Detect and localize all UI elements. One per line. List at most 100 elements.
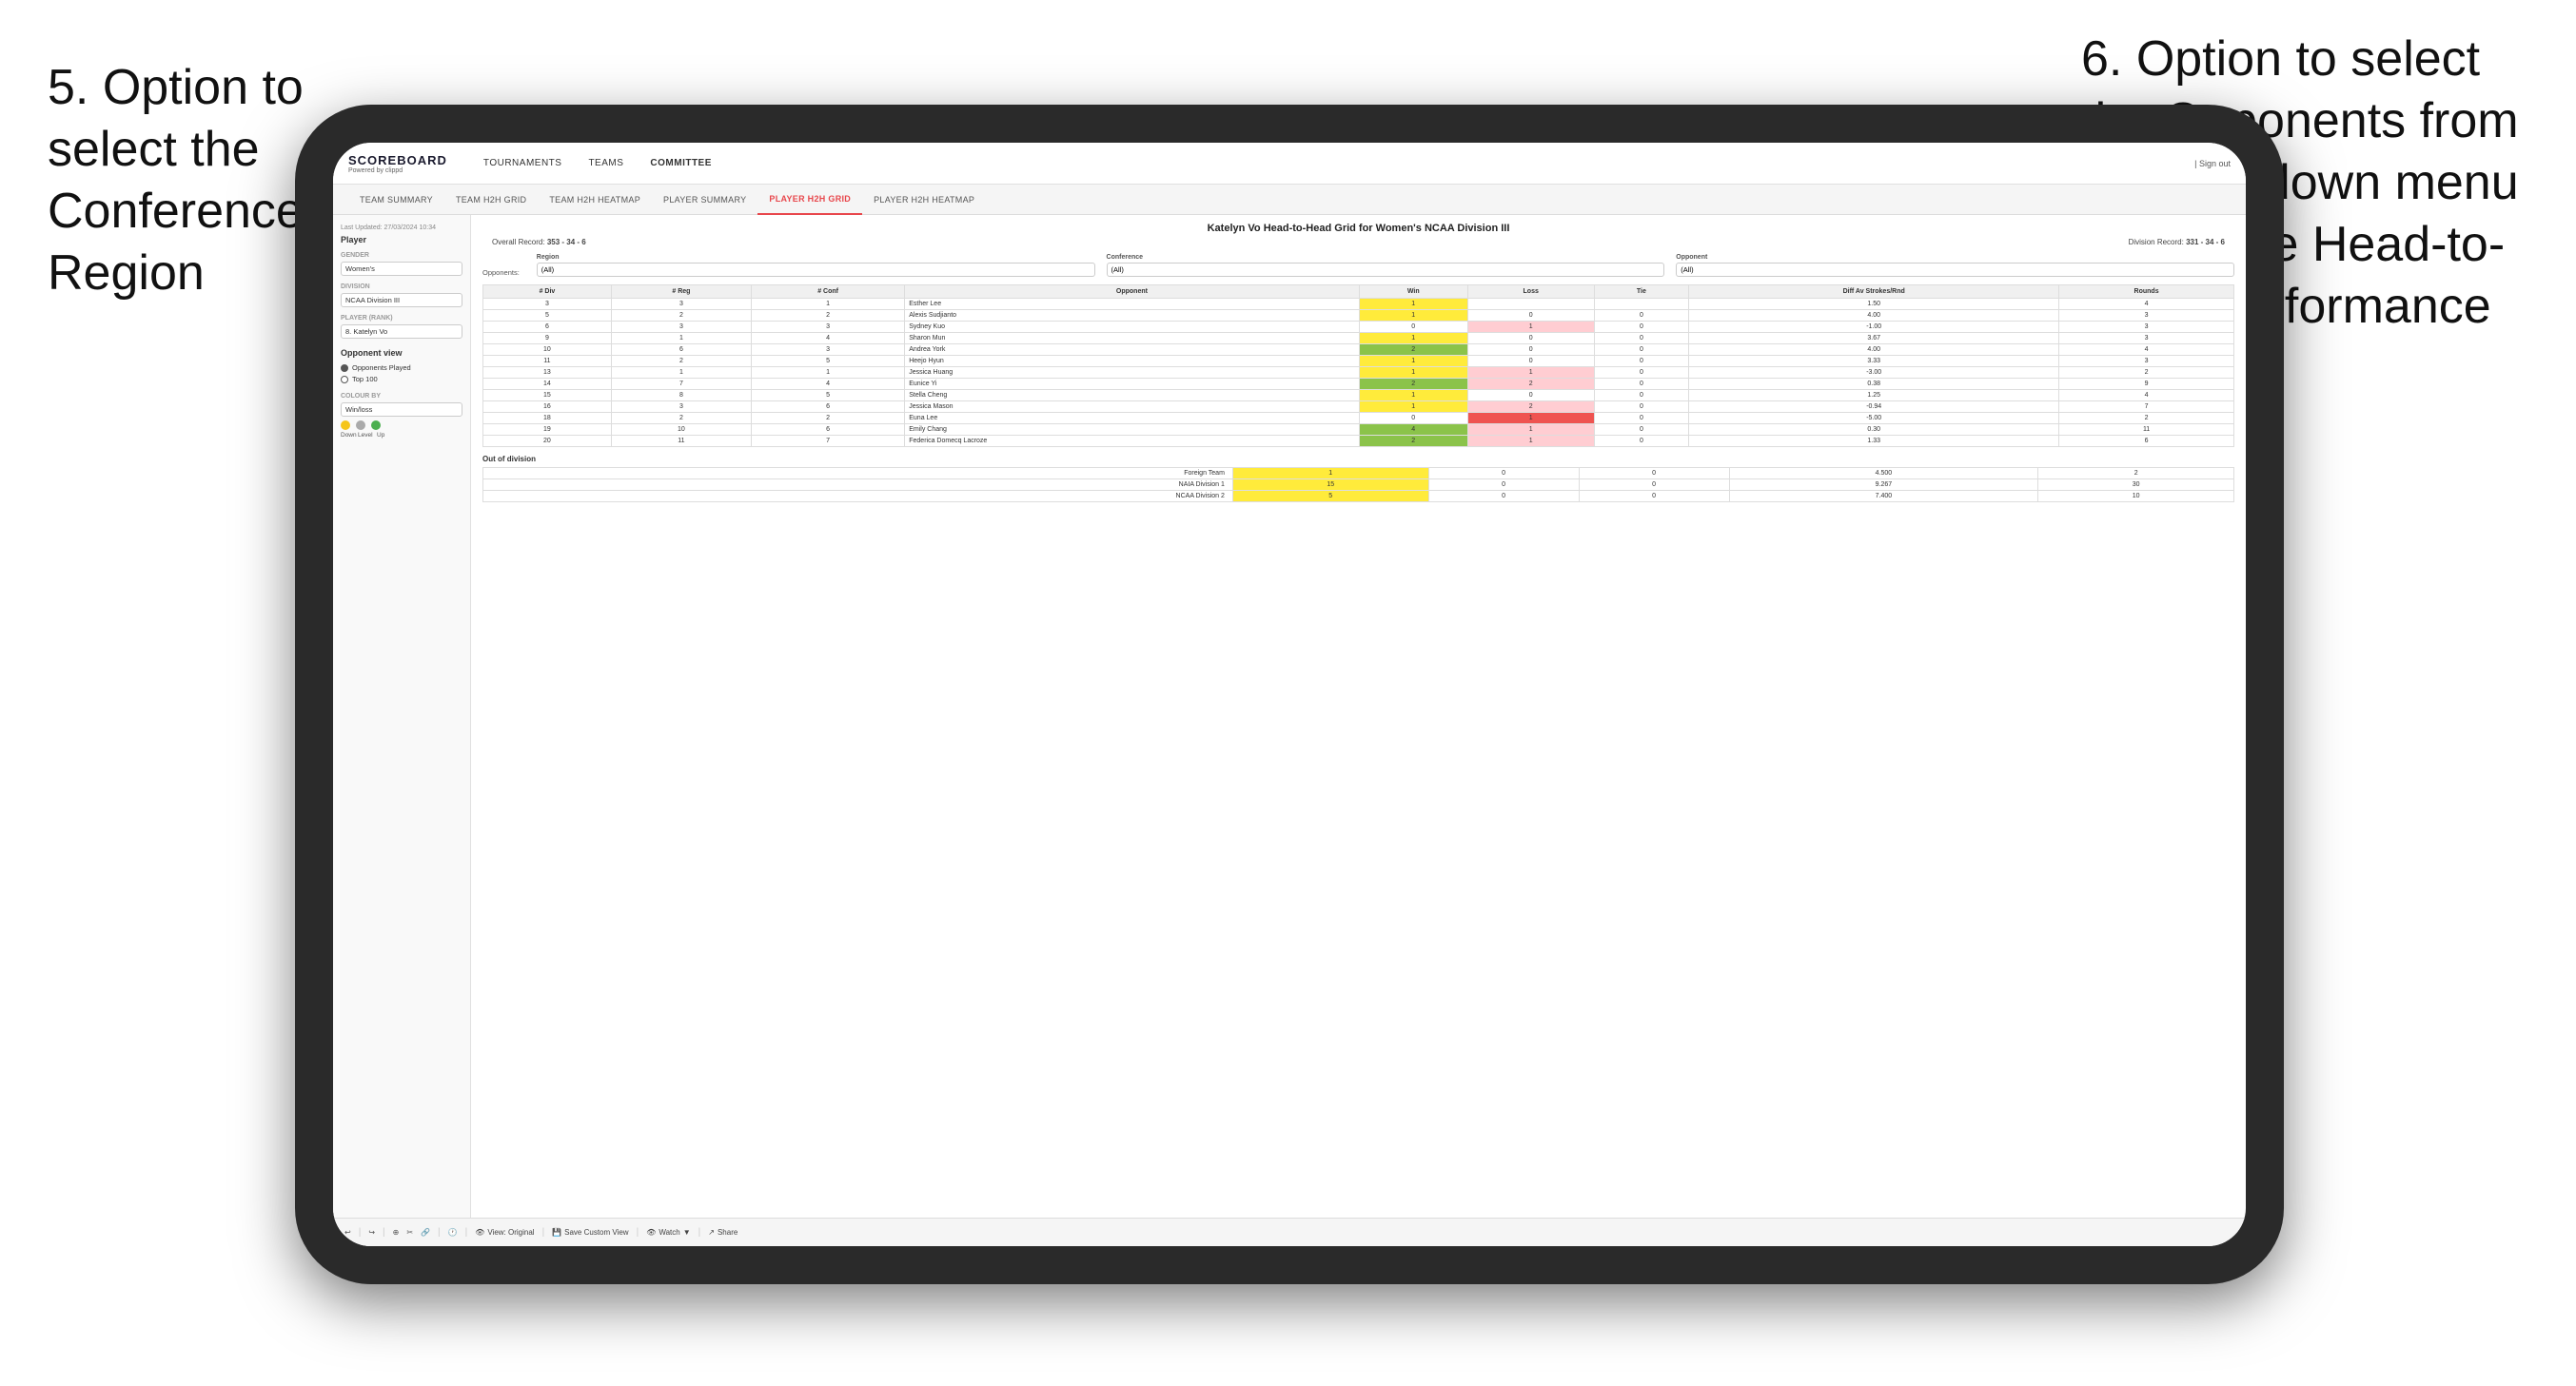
nav-committee[interactable]: COMMITTEE	[637, 143, 725, 185]
radio-dot-1	[341, 364, 348, 372]
toolbar-redo[interactable]: ↪	[368, 1228, 375, 1237]
toolbar-sep4: |	[465, 1227, 468, 1238]
view-original-btn[interactable]: 👁 View: Original	[475, 1228, 534, 1237]
toolbar-sep6: |	[637, 1227, 639, 1238]
conference-filter-label: Conference	[1107, 254, 1665, 261]
radio-opponents-played[interactable]: Opponents Played	[341, 363, 462, 372]
region-select[interactable]: (All)	[537, 263, 1095, 277]
legend-dot-level	[356, 420, 365, 430]
th-loss: Loss	[1467, 285, 1594, 299]
sub-nav-team-h2h-grid[interactable]: TEAM H2H GRID	[444, 185, 538, 215]
out-of-division-header: Out of division	[482, 455, 2234, 463]
table-row: 16 3 6 Jessica Mason 1 2 0 -0.94 7	[483, 401, 2234, 413]
save-custom-btn[interactable]: 💾 Save Custom View	[552, 1228, 628, 1237]
sub-nav-team-h2h-heatmap[interactable]: TEAM H2H HEATMAP	[538, 185, 652, 215]
logo-sub: Powered by clippd	[348, 167, 447, 174]
colour-section: Colour by Win/loss Down Level Up	[341, 393, 462, 439]
region-filter-label: Region	[537, 254, 1095, 261]
th-tie: Tie	[1594, 285, 1689, 299]
table-row: 6 3 3 Sydney Kuo 0 1 0 -1.00 3	[483, 322, 2234, 333]
toolbar-sep7: |	[698, 1227, 701, 1238]
legend-dot-down	[341, 420, 350, 430]
main-content: Last Updated: 27/03/2024 10:34 Player Ge…	[333, 215, 2246, 1246]
gender-label: Gender	[341, 252, 462, 259]
colour-label: Colour by	[341, 393, 462, 400]
h2h-table: # Div # Reg # Conf Opponent Win Loss Tie…	[482, 284, 2234, 447]
table-row: 19 10 6 Emily Chang 4 1 0 0.30 11	[483, 424, 2234, 436]
legend-dot-up	[371, 420, 381, 430]
update-text: Last Updated: 27/03/2024 10:34	[341, 224, 462, 231]
sidebar: Last Updated: 27/03/2024 10:34 Player Ge…	[333, 215, 471, 1246]
grid-title: Katelyn Vo Head-to-Head Grid for Women's…	[482, 223, 2234, 234]
opponent-select[interactable]: (All)	[1676, 263, 2234, 277]
player-rank-label: Player (Rank)	[341, 315, 462, 322]
gender-select[interactable]: Women's	[341, 262, 462, 276]
toolbar-sep5: |	[542, 1227, 545, 1238]
watch-btn[interactable]: 👁 Watch ▼	[646, 1228, 690, 1237]
division-select[interactable]: NCAA Division III	[341, 293, 462, 307]
records-row: Overall Record: 353 - 34 - 6 Division Re…	[482, 238, 2234, 246]
opponent-view-title: Opponent view	[341, 348, 462, 358]
radio-top100[interactable]: Top 100	[341, 375, 462, 383]
opponents-label: Opponents:	[482, 268, 520, 277]
sub-nav-player-summary[interactable]: PLAYER SUMMARY	[652, 185, 757, 215]
toolbar-sep2: |	[383, 1227, 385, 1238]
table-row: 18 2 2 Euna Lee 0 1 0 -5.00 2	[483, 413, 2234, 424]
table-row: 15 8 5 Stella Cheng 1 0 0 1.25 4	[483, 390, 2234, 401]
division-label: Division	[341, 283, 462, 290]
region-filter-group: Region (All)	[537, 254, 1095, 277]
sub-nav-team-summary[interactable]: TEAM SUMMARY	[348, 185, 444, 215]
th-diff: Diff Av Strokes/Rnd	[1689, 285, 2059, 299]
legend-labels: Down Level Up	[341, 432, 462, 439]
nav-tournaments[interactable]: TOURNAMENTS	[470, 143, 576, 185]
opponent-view: Opponent view Opponents Played Top 100	[341, 348, 462, 383]
table-row: 10 6 3 Andrea York 2 0 0 4.00 4	[483, 344, 2234, 356]
player-section-title: Player	[341, 235, 462, 244]
nav-items: TOURNAMENTS TEAMS COMMITTEE	[470, 143, 2194, 185]
sub-nav-player-h2h-grid[interactable]: PLAYER H2H GRID	[757, 185, 862, 215]
radio-dot-2	[341, 376, 348, 383]
content-area: Katelyn Vo Head-to-Head Grid for Women's…	[471, 215, 2246, 1246]
tablet-screen: SCOREBOARD Powered by clippd TOURNAMENTS…	[333, 143, 2246, 1246]
th-win: Win	[1359, 285, 1467, 299]
share-btn[interactable]: ↗ Share	[708, 1228, 737, 1237]
filters-section: Opponents: Region (All) Conference (All)	[482, 254, 2234, 277]
colour-select[interactable]: Win/loss	[341, 402, 462, 417]
sub-nav-player-h2h-heatmap[interactable]: PLAYER H2H HEATMAP	[862, 185, 986, 215]
sign-out[interactable]: | Sign out	[2194, 159, 2231, 168]
tablet-frame: SCOREBOARD Powered by clippd TOURNAMENTS…	[295, 105, 2284, 1284]
sub-nav: TEAM SUMMARY TEAM H2H GRID TEAM H2H HEAT…	[333, 185, 2246, 215]
th-reg: # Reg	[611, 285, 751, 299]
app-header: SCOREBOARD Powered by clippd TOURNAMENTS…	[333, 143, 2246, 185]
th-conf: # Conf	[751, 285, 904, 299]
table-row: 11 2 5 Heejo Hyun 1 0 0 3.33 3	[483, 356, 2234, 367]
logo-area: SCOREBOARD Powered by clippd	[348, 153, 447, 174]
table-row: 5 2 2 Alexis Sudjianto 1 0 0 4.00 3	[483, 310, 2234, 322]
player-rank-select[interactable]: 8. Katelyn Vo	[341, 324, 462, 339]
table-row: 9 1 4 Sharon Mun 1 0 0 3.67 3	[483, 333, 2234, 344]
toolbar-sep3: |	[438, 1227, 441, 1238]
toolbar-icon2[interactable]: ✂	[406, 1228, 413, 1237]
conference-filter-group: Conference (All)	[1107, 254, 1665, 277]
conference-select[interactable]: (All)	[1107, 263, 1665, 277]
logo-text: SCOREBOARD	[348, 153, 447, 167]
toolbar-icon3[interactable]: 🔗	[421, 1228, 430, 1237]
opponent-filter-group: Opponent (All)	[1676, 254, 2234, 277]
table-row: 14 7 4 Eunice Yi 2 2 0 0.38 9	[483, 379, 2234, 390]
toolbar-icon1[interactable]: ⊕	[393, 1228, 400, 1237]
th-rounds: Rounds	[2059, 285, 2234, 299]
ood-table: Foreign Team 1 0 0 4.500 2 NAIA Division…	[482, 467, 2234, 502]
opponent-filter-label: Opponent	[1676, 254, 2234, 261]
th-div: # Div	[483, 285, 612, 299]
nav-teams[interactable]: TEAMS	[575, 143, 637, 185]
table-row: 3 3 1 Esther Lee 1 1.50 4	[483, 299, 2234, 310]
ood-table-row: Foreign Team 1 0 0 4.500 2	[483, 468, 2234, 479]
table-row: 20 11 7 Federica Domecq Lacroze 2 1 0 1.…	[483, 436, 2234, 447]
bottom-toolbar: ↩ | ↪ | ⊕ ✂ 🔗 | 🕐 | 👁 View: Original | 💾…	[333, 1218, 2246, 1246]
ood-table-row: NAIA Division 1 15 0 0 9.267 30	[483, 479, 2234, 491]
th-opponent: Opponent	[905, 285, 1359, 299]
toolbar-undo[interactable]: ↩	[344, 1228, 351, 1237]
ood-table-row: NCAA Division 2 5 0 0 7.400 10	[483, 491, 2234, 502]
toolbar-clock[interactable]: 🕐	[448, 1228, 458, 1237]
toolbar-sep1: |	[359, 1227, 362, 1238]
